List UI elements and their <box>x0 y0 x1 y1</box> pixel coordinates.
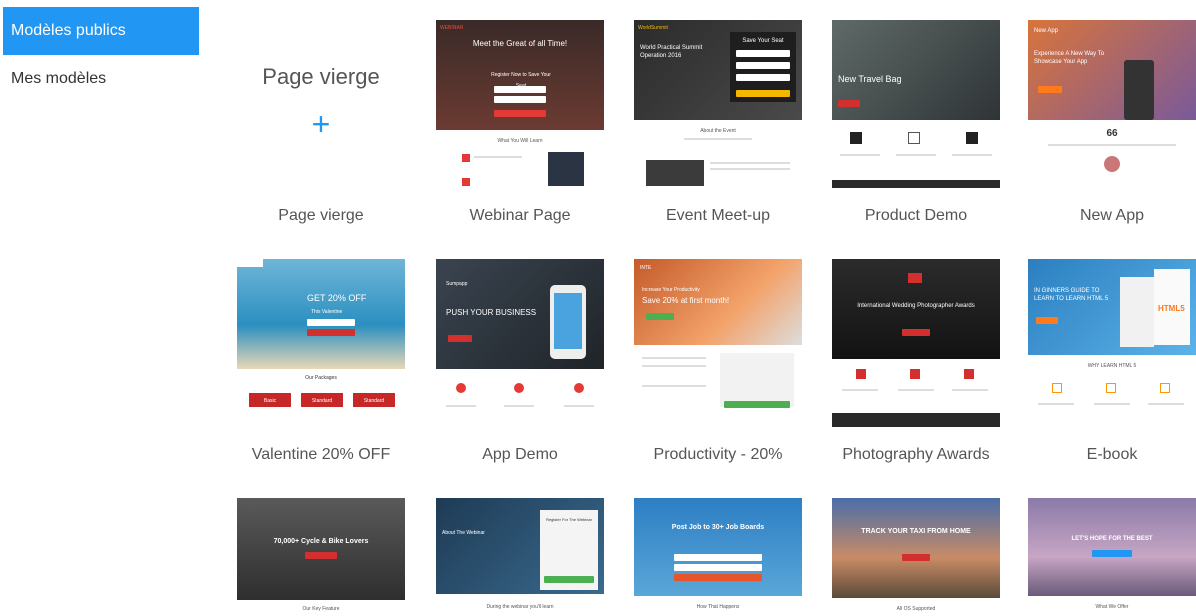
thumb-tier: Standard <box>311 398 333 404</box>
template-caption: Webinar Page <box>469 207 571 224</box>
template-card-webinar-2[interactable]: About The Webinar Register For The Webin… <box>436 498 604 616</box>
template-caption: E-book <box>1086 446 1138 463</box>
template-thumb[interactable]: TRACK YOUR TAXI FROM HOME All OS Support… <box>832 498 1000 616</box>
template-card-taxi[interactable]: TRACK YOUR TAXI FROM HOME All OS Support… <box>832 498 1000 616</box>
thumb-headline: IN GINNERS GUIDE TO LEARN TO LEARN HTML … <box>1034 288 1109 302</box>
template-thumb[interactable]: About The Webinar Register For The Webin… <box>436 498 604 616</box>
template-thumb[interactable]: LET'S HOPE FOR THE BEST What We Offer <box>1028 498 1196 616</box>
thumb-headline: International Wedding Photographer Award… <box>857 303 975 309</box>
template-card-app-demo[interactable]: Sumpapp PUSH YOUR BUSINESS <box>436 259 604 427</box>
thumb-subheadline: This Valentine <box>311 309 343 315</box>
template-thumb[interactable]: INTE Increase Your Productivity Save 20%… <box>634 259 802 427</box>
template-thumb[interactable]: WorldSummit World Practical Summit Opera… <box>634 20 802 188</box>
blank-page-title: Page vierge <box>262 64 380 89</box>
thumb-headline: Meet the Great of all Time! <box>472 39 568 48</box>
template-card-blank[interactable]: Page vierge + <box>237 20 405 188</box>
thumb-headline: Post Job to 30+ Job Boards <box>671 524 765 531</box>
thumb-headline: Experience A New Way To Showcase Your Ap… <box>1034 51 1105 65</box>
template-card-bike[interactable]: 70,000+ Cycle & Bike Lovers Our Key Feat… <box>237 498 405 616</box>
template-card-productivity[interactable]: INTE Increase Your Productivity Save 20%… <box>634 259 802 427</box>
sidebar-item-public-templates[interactable]: Modèles publics <box>3 7 199 55</box>
thumb-section: What You Will Learn <box>497 138 543 144</box>
template-card-webinar[interactable]: WEBINAR Meet the Great of all Time! Regi… <box>436 20 604 188</box>
thumb-headline: World Practical Summit Operation 2016 <box>640 45 703 59</box>
thumb-section: WHY LEARN HTML 5 <box>1087 363 1137 369</box>
thumb-section: Our Packages <box>305 375 337 381</box>
thumb-book-label: HTML5 <box>1158 304 1185 313</box>
template-card-ebook[interactable]: IN GINNERS GUIDE TO LEARN TO LEARN HTML … <box>1028 259 1196 427</box>
thumb-headline: GET 20% OFF <box>307 293 367 303</box>
thumb-quote-icon: 66 <box>1106 128 1118 139</box>
template-thumb[interactable]: International Wedding Photographer Award… <box>832 259 1000 427</box>
template-caption: App Demo <box>482 446 558 463</box>
thumb-headline: 70,000+ Cycle & Bike Lovers <box>273 538 369 545</box>
template-card-new-app[interactable]: New App Experience A New Way To Showcase… <box>1028 20 1196 188</box>
template-caption: Page vierge <box>278 207 364 224</box>
template-caption: Valentine 20% OFF <box>251 446 391 463</box>
template-card-photography[interactable]: International Wedding Photographer Award… <box>832 259 1000 427</box>
template-thumb[interactable]: New Travel Bag <box>832 20 1000 188</box>
thumb-headline: LET'S HOPE FOR THE BEST <box>1071 536 1153 542</box>
template-card-valentine[interactable]: GET 20% OFF This Valentine Our Packages … <box>237 259 405 427</box>
thumb-headline: About The Webinar <box>442 530 485 536</box>
thumb-section: About the Event <box>700 128 736 134</box>
thumb-headline: PUSH YOUR BUSINESS <box>446 308 537 317</box>
template-thumb[interactable]: IN GINNERS GUIDE TO LEARN TO LEARN HTML … <box>1028 259 1196 427</box>
template-caption: Productivity - 20% <box>653 446 783 463</box>
thumb-section: During the webinar you'll learn <box>486 604 554 610</box>
thumb-logo: WEBINAR <box>440 25 464 31</box>
template-thumb[interactable]: New App Experience A New Way To Showcase… <box>1028 20 1196 188</box>
thumb-tier: Basic <box>263 398 277 404</box>
template-caption: New App <box>1079 207 1145 224</box>
template-thumb[interactable]: Post Job to 30+ Job Boards How That Happ… <box>634 498 802 616</box>
blank-thumb[interactable]: Page vierge + <box>237 20 405 188</box>
thumb-form-title: Save Your Seat <box>742 38 784 44</box>
thumb-headline: New Travel Bag <box>838 74 902 84</box>
template-thumb[interactable]: GET 20% OFF This Valentine Our Packages … <box>237 259 405 427</box>
thumb-headline: TRACK YOUR TAXI FROM HOME <box>861 528 971 535</box>
thumb-brand: Sumpapp <box>446 281 468 287</box>
template-card-hope[interactable]: LET'S HOPE FOR THE BEST What We Offer <box>1028 498 1196 616</box>
template-caption: Photography Awards <box>842 446 990 463</box>
thumb-section: What We Offer <box>1095 604 1129 610</box>
template-caption: Product Demo <box>864 207 968 224</box>
thumb-form-title: Register For The Webinar <box>546 517 592 522</box>
template-thumb[interactable]: 70,000+ Cycle & Bike Lovers Our Key Feat… <box>237 498 405 616</box>
sidebar-item-my-templates[interactable]: Mes modèles <box>3 55 199 103</box>
template-card-event[interactable]: WorldSummit World Practical Summit Opera… <box>634 20 802 188</box>
thumb-logo: New App <box>1034 28 1059 34</box>
template-thumb[interactable]: WEBINAR Meet the Great of all Time! Regi… <box>436 20 604 188</box>
plus-icon[interactable]: + <box>237 106 405 143</box>
thumb-tier: Standard <box>363 398 385 404</box>
thumb-section: Our Key Feature <box>302 606 340 612</box>
thumb-logo: WorldSummit <box>638 25 668 31</box>
template-card-product[interactable]: New Travel Bag <box>832 20 1000 188</box>
template-card-jobs[interactable]: Post Job to 30+ Job Boards How That Happ… <box>634 498 802 616</box>
thumb-section: All OS Supported <box>896 606 936 612</box>
template-caption: Event Meet-up <box>665 207 771 224</box>
thumb-section: How That Happens <box>696 604 740 610</box>
thumb-logo: INTE <box>640 265 652 271</box>
thumb-headline: Save 20% at first month! <box>642 296 730 305</box>
template-thumb[interactable]: Sumpapp PUSH YOUR BUSINESS <box>436 259 604 427</box>
